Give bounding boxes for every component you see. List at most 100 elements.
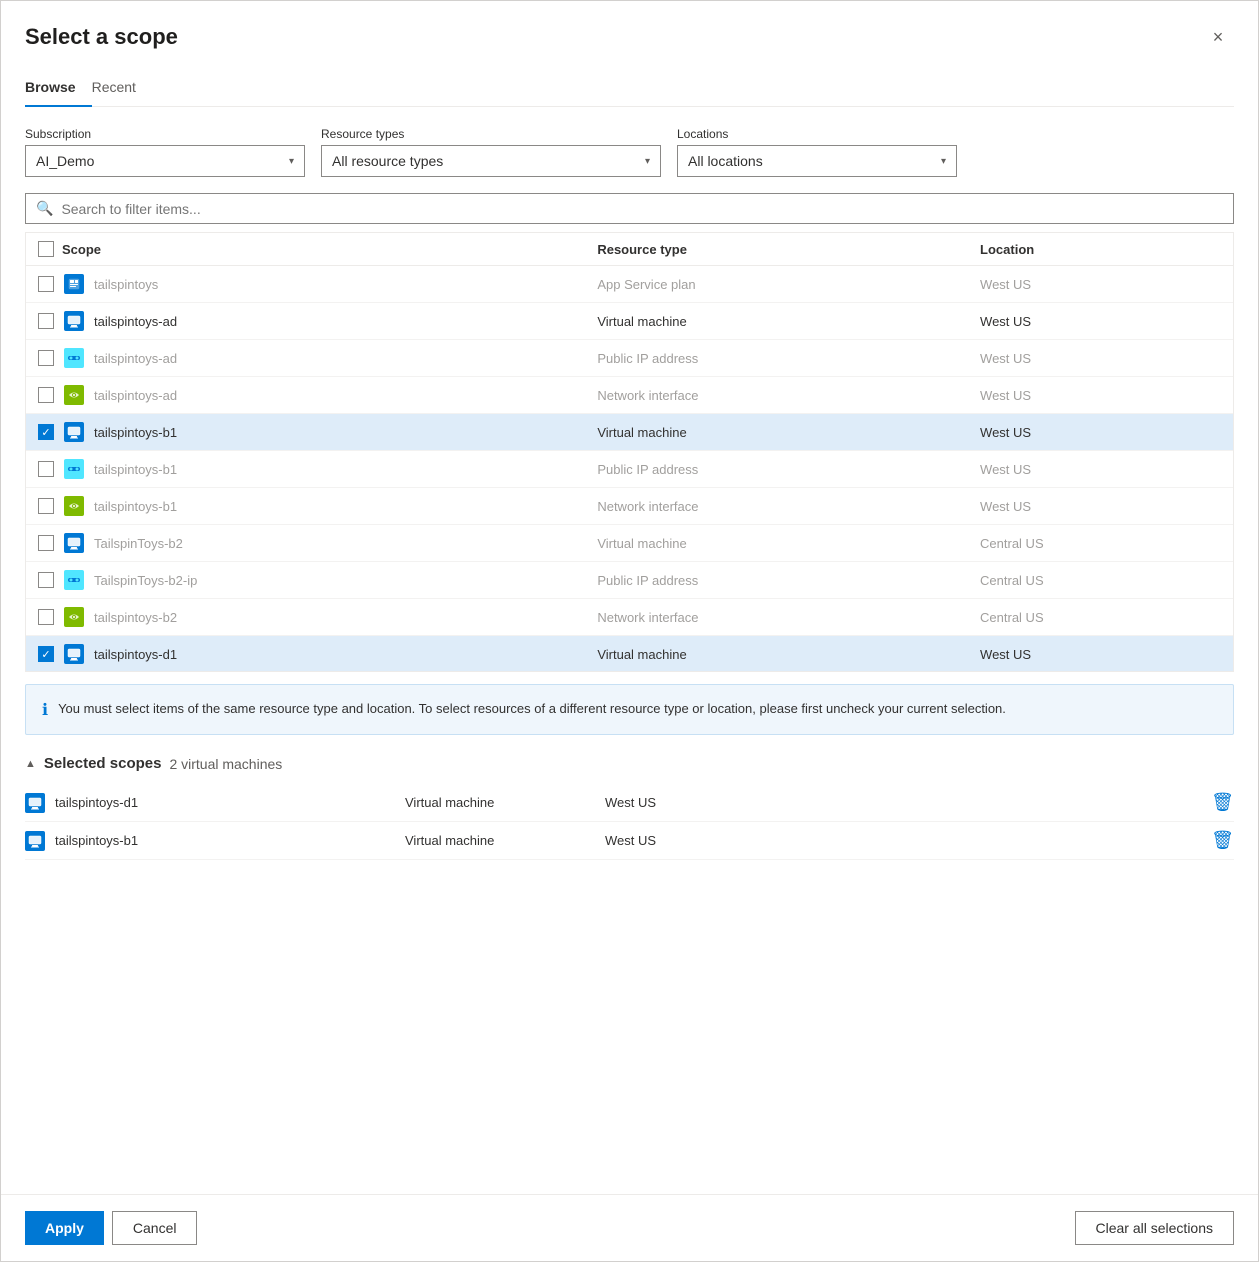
- row-checkbox-7[interactable]: [38, 498, 54, 514]
- appplan-icon: [64, 274, 84, 294]
- scope-name-4: tailspintoys-ad: [94, 388, 177, 403]
- resource-types-filter: Resource types All resource types ▾: [321, 127, 661, 177]
- location-cell-3: West US: [968, 340, 1233, 377]
- scope-name-9: TailspinToys-b2-ip: [94, 573, 197, 588]
- filters-row: Subscription AI_Demo ▾ Resource types Al…: [25, 127, 1234, 177]
- select-scope-dialog: Select a scope × Browse Recent Subscript…: [0, 0, 1259, 1262]
- locations-arrow-icon: ▾: [941, 156, 946, 167]
- table-row: tailspintoys App Service plan West US: [26, 266, 1233, 303]
- tab-browse[interactable]: Browse: [25, 69, 92, 107]
- location-column-header: Location: [968, 233, 1233, 266]
- delete-item-button-1[interactable]: 🗑: [1211, 792, 1234, 813]
- table-row: TailspinToys-b2 Virtual machine Central …: [26, 525, 1233, 562]
- scope-cell-11: ✓ tailspintoys-d1: [26, 636, 585, 673]
- table-row: TailspinToys-b2-ip Public IP address Cen…: [26, 562, 1233, 599]
- search-icon: 🔍: [36, 200, 53, 217]
- selected-item: tailspintoys-b1 Virtual machine West US …: [25, 822, 1234, 860]
- search-input[interactable]: [61, 201, 1223, 217]
- dialog-title: Select a scope: [25, 24, 178, 50]
- apply-button[interactable]: Apply: [25, 1211, 104, 1245]
- subscription-arrow-icon: ▾: [289, 156, 294, 167]
- table-container: Scope Resource type Location: [25, 232, 1234, 672]
- resource-type-cell-3: Public IP address: [585, 340, 968, 377]
- ip-icon: [64, 348, 84, 368]
- row-checkbox-9[interactable]: [38, 572, 54, 588]
- row-checkbox-10[interactable]: [38, 609, 54, 625]
- footer-left-actions: Apply Cancel: [25, 1211, 197, 1245]
- collapse-icon[interactable]: ▲: [25, 758, 36, 770]
- row-checkbox-3[interactable]: [38, 350, 54, 366]
- selected-item-name-2: tailspintoys-b1: [55, 833, 405, 848]
- location-cell-5: West US: [968, 414, 1233, 451]
- location-cell-9: Central US: [968, 562, 1233, 599]
- subscription-value: AI_Demo: [36, 153, 94, 169]
- close-button[interactable]: ×: [1202, 21, 1234, 53]
- scope-cell-2: tailspintoys-ad: [26, 303, 585, 340]
- scope-name-11: tailspintoys-d1: [94, 647, 177, 662]
- dialog-header: Select a scope ×: [1, 1, 1258, 69]
- resource-type-cell-10: Network interface: [585, 599, 968, 636]
- table-row: tailspintoys-ad Network interface West U…: [26, 377, 1233, 414]
- table-row: tailspintoys-b1 Public IP address West U…: [26, 451, 1233, 488]
- resource-type-cell-7: Network interface: [585, 488, 968, 525]
- row-checkbox-1[interactable]: [38, 276, 54, 292]
- location-cell-8: Central US: [968, 525, 1233, 562]
- scope-cell-6: tailspintoys-b1: [26, 451, 585, 488]
- row-checkbox-5[interactable]: ✓: [38, 424, 54, 440]
- resource-types-arrow-icon: ▾: [645, 156, 650, 167]
- table-row: ✓ tailspintoys-b1 Virtual machine West U…: [26, 414, 1233, 451]
- resource-types-label: Resource types: [321, 127, 661, 141]
- tab-recent[interactable]: Recent: [92, 69, 152, 107]
- table-row: ✓ tailspintoys-d1 Virtual machine West U…: [26, 636, 1233, 673]
- scope-name-5: tailspintoys-b1: [94, 425, 177, 440]
- location-cell-1: West US: [968, 266, 1233, 303]
- selected-item-loc-2: West US: [605, 833, 1211, 848]
- vm-icon: [64, 422, 84, 442]
- ni-icon: [64, 607, 84, 627]
- resource-type-cell-1: App Service plan: [585, 266, 968, 303]
- scope-name-7: tailspintoys-b1: [94, 499, 177, 514]
- dialog-footer: Apply Cancel Clear all selections: [1, 1194, 1258, 1261]
- resource-type-cell-5: Virtual machine: [585, 414, 968, 451]
- scope-name-3: tailspintoys-ad: [94, 351, 177, 366]
- resource-type-cell-11: Virtual machine: [585, 636, 968, 673]
- resource-types-dropdown[interactable]: All resource types ▾: [321, 145, 661, 177]
- subscription-dropdown[interactable]: AI_Demo ▾: [25, 145, 305, 177]
- row-checkbox-11[interactable]: ✓: [38, 646, 54, 662]
- location-cell-2: West US: [968, 303, 1233, 340]
- row-checkbox-6[interactable]: [38, 461, 54, 477]
- selected-item-name-1: tailspintoys-d1: [55, 795, 405, 810]
- cancel-button[interactable]: Cancel: [112, 1211, 198, 1245]
- resource-type-cell-4: Network interface: [585, 377, 968, 414]
- row-checkbox-4[interactable]: [38, 387, 54, 403]
- selected-item-icon-2: [25, 831, 45, 851]
- clear-all-button[interactable]: Clear all selections: [1075, 1211, 1235, 1245]
- scope-name-10: tailspintoys-b2: [94, 610, 177, 625]
- selected-item: tailspintoys-d1 Virtual machine West US …: [25, 784, 1234, 822]
- resource-type-cell-9: Public IP address: [585, 562, 968, 599]
- resource-type-column-header: Resource type: [585, 233, 968, 266]
- info-banner: ℹ You must select items of the same reso…: [25, 684, 1234, 735]
- locations-dropdown[interactable]: All locations ▾: [677, 145, 957, 177]
- scope-name-1: tailspintoys: [94, 277, 158, 292]
- resource-type-cell-6: Public IP address: [585, 451, 968, 488]
- delete-item-button-2[interactable]: 🗑: [1211, 830, 1234, 851]
- row-checkbox-2[interactable]: [38, 313, 54, 329]
- scope-cell-4: tailspintoys-ad: [26, 377, 585, 414]
- scope-column-header: Scope: [26, 233, 585, 266]
- search-bar: 🔍: [25, 193, 1234, 224]
- table-row: tailspintoys-b2 Network interface Centra…: [26, 599, 1233, 636]
- dialog-body: Browse Recent Subscription AI_Demo ▾ Res…: [1, 69, 1258, 1194]
- resource-type-cell-2: Virtual machine: [585, 303, 968, 340]
- scope-cell-8: TailspinToys-b2: [26, 525, 585, 562]
- scope-cell-7: tailspintoys-b1: [26, 488, 585, 525]
- select-all-checkbox[interactable]: [38, 241, 54, 257]
- row-checkbox-8[interactable]: [38, 535, 54, 551]
- location-cell-11: West US: [968, 636, 1233, 673]
- selected-count: 2 virtual machines: [169, 756, 282, 772]
- resource-types-value: All resource types: [332, 153, 443, 169]
- vm-icon: [25, 793, 45, 813]
- resource-type-cell-8: Virtual machine: [585, 525, 968, 562]
- locations-value: All locations: [688, 153, 763, 169]
- location-cell-6: West US: [968, 451, 1233, 488]
